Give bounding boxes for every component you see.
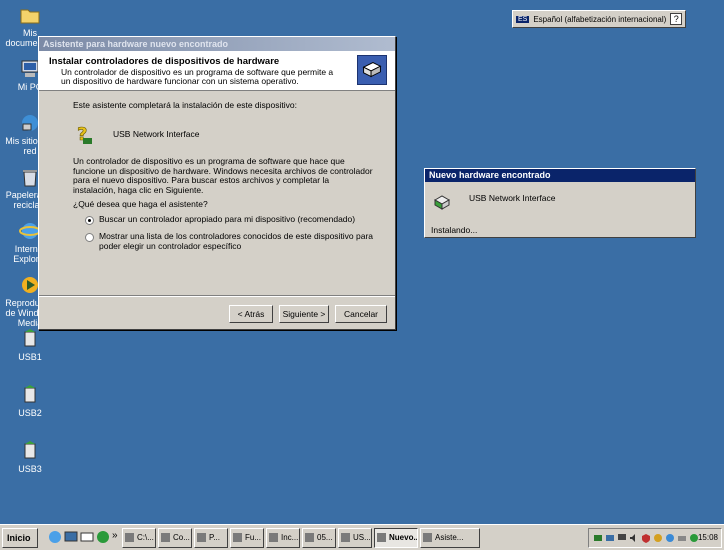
- folder-icon: [20, 9, 40, 24]
- volume-icon[interactable]: [629, 533, 639, 543]
- back-button[interactable]: < Atrás: [229, 305, 273, 323]
- taskbar-button-active[interactable]: Nuevo...: [374, 528, 418, 548]
- wizard-window: Asistente para hardware nuevo encontrado…: [38, 36, 396, 330]
- help-icon[interactable]: ?: [670, 13, 683, 25]
- outlook-icon[interactable]: [80, 530, 94, 544]
- wizard-titlebar[interactable]: Asistente para hardware nuevo encontrado: [39, 37, 395, 51]
- usb-icon: [24, 441, 36, 459]
- new-hardware-notification[interactable]: Nuevo hardware encontrado USB Network In…: [424, 168, 696, 238]
- option-label[interactable]: Buscar un controlador apropiado para mi …: [99, 214, 355, 225]
- wizard-header-subtitle: Un controlador de dispositivo es un prog…: [61, 67, 334, 86]
- taskbar-button[interactable]: C:\...: [122, 528, 156, 548]
- cancel-button[interactable]: Cancelar: [335, 305, 387, 323]
- shield-icon[interactable]: [641, 533, 651, 543]
- monitor-icon[interactable]: [617, 533, 627, 543]
- hardware-icon: [433, 195, 451, 210]
- radio-button[interactable]: [85, 216, 94, 225]
- taskbar-button[interactable]: Asiste...: [420, 528, 480, 548]
- start-button[interactable]: Inicio: [2, 528, 38, 548]
- system-tray: 15:08: [588, 528, 722, 548]
- notification-device: USB Network Interface: [469, 193, 556, 203]
- internet-explorer-icon[interactable]: [48, 530, 62, 544]
- option-choose-driver[interactable]: Mostrar una lista de los controladores c…: [85, 231, 375, 251]
- desktop-icon-label: USB3: [18, 464, 42, 474]
- language-label[interactable]: Español (alfabetización internacional): [533, 15, 666, 24]
- hardware-wizard-icon: [357, 55, 387, 85]
- taskbar-button[interactable]: US...: [338, 528, 372, 548]
- option-search-driver[interactable]: Buscar un controlador apropiado para mi …: [85, 214, 375, 225]
- unknown-device-icon: ?: [77, 124, 92, 145]
- usb-icon[interactable]: [605, 533, 615, 543]
- taskbar: Inicio » C:\... Co... P... Fu... Inc... …: [0, 524, 724, 550]
- divider: [39, 295, 395, 297]
- desktop-icon-label: USB1: [18, 352, 42, 362]
- desktop-icon-usb1[interactable]: USB1: [0, 328, 60, 362]
- desktop-icon-usb2[interactable]: USB2: [0, 384, 60, 418]
- next-button[interactable]: Siguiente >: [279, 305, 329, 323]
- network-icon[interactable]: [593, 533, 603, 543]
- taskbar-button[interactable]: Inc...: [266, 528, 300, 548]
- wizard-header: Instalar controladores de dispositivos d…: [39, 51, 395, 91]
- desktop-icon-usb3[interactable]: USB3: [0, 440, 60, 474]
- start-label[interactable]: Inicio: [7, 533, 31, 543]
- wizard-question: ¿Qué desea que haga el asistente?: [73, 199, 208, 209]
- chevron-icon[interactable]: »: [112, 530, 118, 541]
- option-label[interactable]: Mostrar una lista de los controladores c…: [99, 231, 375, 251]
- device-name: USB Network Interface: [113, 129, 200, 139]
- language-bar[interactable]: ES Español (alfabetización internacional…: [512, 10, 687, 28]
- taskbar-button[interactable]: Fu...: [230, 528, 264, 548]
- wizard-intro: Este asistente completará la instalación…: [73, 100, 297, 110]
- taskbar-button[interactable]: P...: [194, 528, 228, 548]
- notification-title: Nuevo hardware encontrado: [425, 169, 695, 182]
- radio-button[interactable]: [85, 233, 94, 242]
- globe-icon[interactable]: [665, 533, 675, 543]
- desktop-icon-label: USB2: [18, 408, 42, 418]
- media-player-icon[interactable]: [96, 530, 110, 544]
- desktop-icon[interactable]: [64, 530, 78, 544]
- wizard-header-title: Instalar controladores de dispositivos d…: [49, 56, 280, 67]
- taskbar-button[interactable]: 05...: [302, 528, 336, 548]
- taskbar-button[interactable]: Co...: [158, 528, 192, 548]
- printer-icon[interactable]: [677, 533, 687, 543]
- usb-icon: [24, 329, 36, 347]
- language-code[interactable]: ES: [516, 15, 530, 23]
- clock[interactable]: 15:08: [698, 533, 718, 542]
- wizard-description: Un controlador de dispositivo es un prog…: [73, 156, 373, 195]
- notification-status: Instalando...: [431, 225, 478, 235]
- usb-icon: [24, 385, 36, 403]
- antivirus-icon[interactable]: [653, 533, 663, 543]
